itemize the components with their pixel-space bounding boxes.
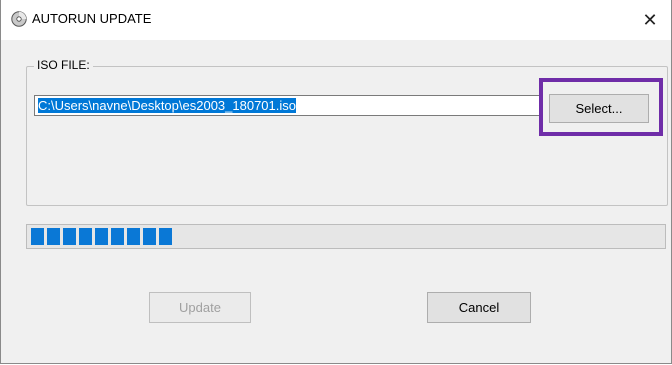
progress-segment — [79, 228, 92, 245]
progress-segment — [47, 228, 60, 245]
select-button[interactable]: Select... — [549, 94, 649, 123]
progress-segment — [127, 228, 140, 245]
progress-segment — [111, 228, 124, 245]
title-bar: AUTORUN UPDATE ✕ — [1, 0, 671, 40]
cancel-button[interactable]: Cancel — [427, 292, 531, 323]
progress-segment — [63, 228, 76, 245]
iso-file-label: ISO FILE: — [34, 58, 93, 72]
autorun-update-dialog: AUTORUN UPDATE ✕ ISO FILE: C:\Users\navn… — [0, 0, 672, 364]
progress-segment — [143, 228, 156, 245]
progress-segment — [95, 228, 108, 245]
window-title: AUTORUN UPDATE — [32, 11, 152, 26]
update-button[interactable]: Update — [149, 292, 251, 323]
progress-bar — [26, 224, 666, 249]
close-button[interactable]: ✕ — [635, 6, 665, 34]
iso-path-text: C:\Users\navne\Desktop\es2003_180701.iso — [38, 98, 296, 113]
cd-disc-icon — [11, 11, 27, 27]
progress-fill — [31, 228, 172, 245]
progress-segment — [31, 228, 44, 245]
close-icon: ✕ — [642, 10, 658, 30]
iso-path-field[interactable]: C:\Users\navne\Desktop\es2003_180701.iso — [34, 95, 540, 116]
progress-segment — [159, 228, 172, 245]
